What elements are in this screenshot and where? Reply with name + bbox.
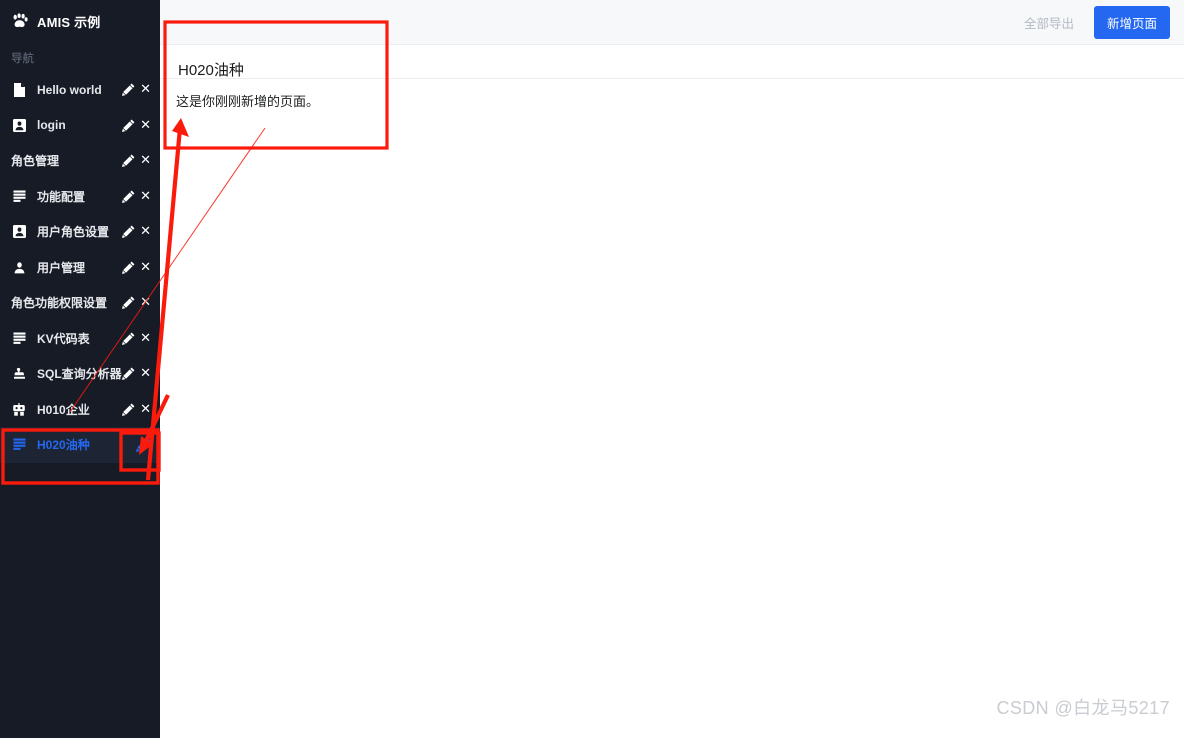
close-icon[interactable]: ✕ xyxy=(140,367,151,380)
sidebar-item-5[interactable]: 用户角色设置 ✕ xyxy=(0,214,160,250)
watermark: CSDN @白龙马5217 xyxy=(996,698,1170,718)
page-title: H020油种 xyxy=(178,62,244,79)
user-icon xyxy=(11,259,27,275)
sidebar-item-actions: ✕ xyxy=(122,83,160,97)
close-icon[interactable]: ✕ xyxy=(140,296,151,309)
sidebar-item-11[interactable]: H020油种 xyxy=(0,427,160,463)
list-lines-icon xyxy=(11,437,27,453)
sidebar-item-label: 角色管理 xyxy=(11,154,60,169)
close-icon[interactable]: ✕ xyxy=(140,261,151,274)
edit-pencil-icon[interactable] xyxy=(122,367,135,381)
list-lines-icon xyxy=(11,188,27,204)
sidebar-item-6[interactable]: 用户管理 ✕ xyxy=(0,250,160,286)
nav-section-title: 导航 xyxy=(11,53,34,65)
nav-list: Hello world ✕ login ✕ 角色管理 ✕ 功能配置 ✕ 用户角色设置 ✕ 用户管理 ✕… xyxy=(0,72,160,463)
sidebar: AMIS 示例 导航 Hello world ✕ login ✕ 角色管理 ✕ 功能配置 ✕ 用… xyxy=(0,0,160,738)
sidebar-item-2[interactable]: login ✕ xyxy=(0,108,160,144)
export-all-button[interactable]: 全部导出 xyxy=(1018,12,1080,33)
sidebar-item-label: 用户角色设置 xyxy=(37,225,110,240)
sidebar-item-actions: ✕ xyxy=(122,154,160,168)
sidebar-item-1[interactable]: Hello world ✕ xyxy=(0,72,160,108)
sidebar-item-actions: ✕ xyxy=(122,296,160,310)
brand-title: AMIS 示例 xyxy=(37,14,101,30)
edit-pencil-icon[interactable] xyxy=(122,190,135,203)
sidebar-item-label: 功能配置 xyxy=(37,189,86,204)
sidebar-item-7[interactable]: 角色功能权限设置 ✕ xyxy=(0,285,160,321)
sidebar-item-9[interactable]: SQL查询分析器 ✕ xyxy=(0,356,160,392)
user-box-icon xyxy=(11,224,27,240)
file-icon xyxy=(11,82,27,98)
edit-pencil-icon[interactable] xyxy=(122,225,135,239)
edit-pencil-icon[interactable] xyxy=(122,261,135,274)
sidebar-item-actions: ✕ xyxy=(122,261,160,274)
sidebar-item-label: login xyxy=(37,118,66,133)
sidebar-item-label: H010企业 xyxy=(37,402,90,417)
user-box-icon xyxy=(11,117,27,133)
edit-pencil-icon[interactable] xyxy=(122,403,135,416)
topbar: 全部导出 新增页面 xyxy=(160,0,1184,45)
brand: AMIS 示例 xyxy=(0,0,160,42)
sidebar-item-label: H020油种 xyxy=(37,438,90,453)
sidebar-item-actions: ✕ xyxy=(122,332,160,345)
sidebar-item-actions: ✕ xyxy=(122,190,160,203)
edit-pencil-icon[interactable] xyxy=(122,154,135,168)
edit-pencil-icon[interactable] xyxy=(122,296,135,310)
robot-icon xyxy=(11,401,27,417)
list-lines-icon xyxy=(11,330,27,346)
paw-icon xyxy=(12,13,28,29)
close-icon[interactable]: ✕ xyxy=(140,154,151,167)
edit-pencil-icon[interactable] xyxy=(122,119,135,132)
sidebar-item-8[interactable]: KV代码表 ✕ xyxy=(0,321,160,357)
sidebar-item-label: SQL查询分析器 xyxy=(37,367,122,382)
sidebar-item-actions: ✕ xyxy=(122,225,160,239)
main-content: H020油种 这是你刚刚新增的页面。 xyxy=(160,45,1184,738)
sidebar-item-4[interactable]: 功能配置 ✕ xyxy=(0,179,160,215)
sidebar-item-10[interactable]: H010企业 ✕ xyxy=(0,392,160,428)
close-icon[interactable]: ✕ xyxy=(140,403,151,416)
close-icon[interactable]: ✕ xyxy=(140,190,151,203)
new-page-button[interactable]: 新增页面 xyxy=(1093,5,1170,39)
close-icon[interactable]: ✕ xyxy=(140,332,151,345)
edit-pencil-icon[interactable] xyxy=(122,332,135,345)
close-icon[interactable]: ✕ xyxy=(140,83,151,96)
sidebar-item-actions xyxy=(136,437,160,453)
sidebar-item-label: Hello world xyxy=(37,82,102,97)
sidebar-item-label: 用户管理 xyxy=(37,260,86,275)
sidebar-item-actions: ✕ xyxy=(122,119,160,132)
close-icon[interactable]: ✕ xyxy=(140,225,151,238)
sidebar-item-3[interactable]: 角色管理 ✕ xyxy=(0,143,160,179)
sidebar-item-actions: ✕ xyxy=(122,403,160,416)
sidebar-item-label: 角色功能权限设置 xyxy=(11,296,108,311)
stamp-icon xyxy=(11,366,27,382)
sidebar-item-label: KV代码表 xyxy=(37,331,90,346)
sidebar-item-actions: ✕ xyxy=(122,367,160,381)
page-body-text: 这是你刚刚新增的页面。 xyxy=(176,94,320,109)
edit-pencil-icon[interactable] xyxy=(136,437,151,453)
close-icon[interactable]: ✕ xyxy=(140,119,151,132)
edit-pencil-icon[interactable] xyxy=(122,83,135,97)
